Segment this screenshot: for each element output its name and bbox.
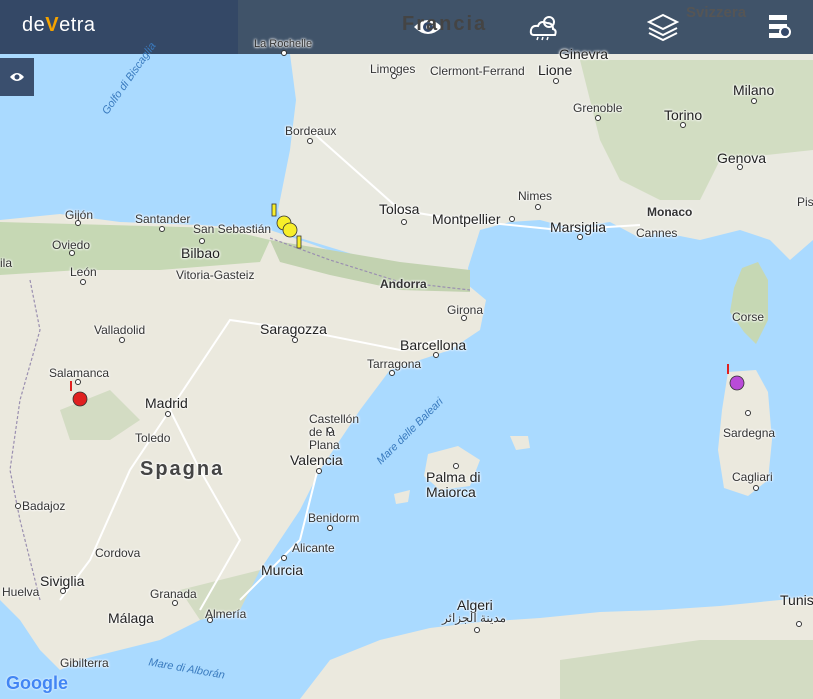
google-logo-text: Google: [6, 673, 68, 693]
google-attribution[interactable]: Google: [6, 673, 68, 694]
marker-red[interactable]: [72, 391, 88, 407]
map-markers: [15, 50, 802, 633]
marker-bar-yellow[interactable]: [271, 203, 277, 217]
marker-bar-red[interactable]: [727, 364, 729, 374]
marker-bar-yellow[interactable]: [296, 235, 302, 249]
marker-yellow[interactable]: [282, 222, 298, 238]
marker-bar-red[interactable]: [70, 381, 72, 391]
marker-purple[interactable]: [729, 375, 745, 391]
